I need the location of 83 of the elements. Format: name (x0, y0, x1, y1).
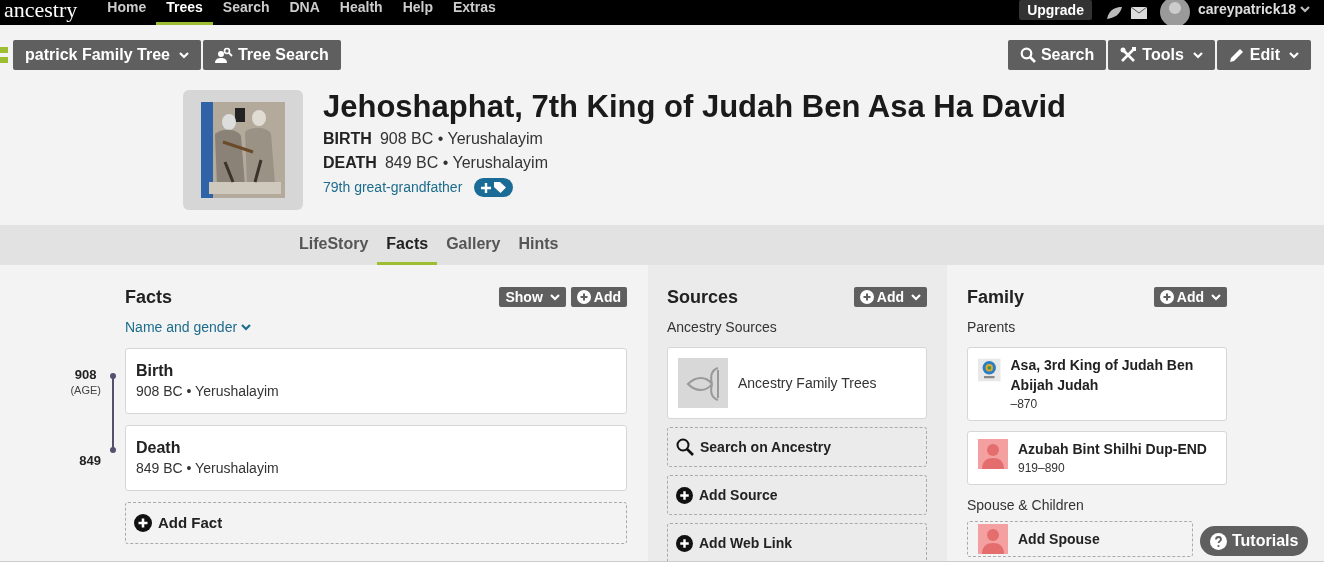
mail-icon[interactable] (1129, 5, 1148, 20)
filter-dropdown[interactable]: Name and gender (125, 317, 252, 338)
pencil-icon (1228, 47, 1245, 63)
tree-menu-button[interactable]: patrick Family Tree (13, 40, 201, 70)
nav-link[interactable]: Home (97, 0, 157, 25)
nav-link[interactable]: Health (329, 0, 393, 25)
nav-link[interactable]: Extras (443, 0, 506, 25)
person-name: Jehoshaphat, 7th King of Judah Ben Asa Ha David (323, 88, 1066, 126)
person-search-button[interactable]: Tree Search (202, 40, 341, 70)
source-card[interactable]: Ancestry Family Trees (667, 347, 927, 419)
profile-photo-frame[interactable] (183, 90, 303, 210)
caret-icon (911, 293, 921, 301)
tab[interactable]: Gallery (437, 225, 510, 265)
person-silhouette-icon (978, 439, 1008, 469)
edit-button[interactable]: Edit (1216, 40, 1311, 70)
tab[interactable]: Hints (509, 225, 568, 265)
ancestry-logo[interactable]: ancestry (4, 0, 78, 21)
timeline-year: 849 (79, 453, 101, 468)
person-silhouette-icon (978, 524, 1008, 554)
nav-link[interactable]: DNA (279, 0, 330, 25)
timeline-year: 908 (74, 367, 97, 383)
person-years: 919–890 (1018, 460, 1066, 477)
add-action[interactable]: Add Source (667, 475, 927, 515)
fact-detail: 849 BC • Yerushalayim (136, 459, 280, 478)
show-button[interactable]: Show (499, 287, 566, 307)
fact-detail: 908 BC • Yerushalayim (136, 382, 280, 401)
timeline-note: (AGE) (70, 383, 101, 397)
event-label: BIRTH (323, 129, 372, 149)
nav-link[interactable]: Search (212, 0, 280, 25)
fact-card[interactable]: Birth 908 BC • Yerushalayim (125, 348, 627, 414)
search-action[interactable]: Search on Ancestry (667, 427, 927, 467)
username-label[interactable]: careypatrick18 (1197, 0, 1310, 20)
nav-link[interactable]: Trees (156, 0, 213, 25)
fact-title: Birth (136, 361, 175, 381)
search-icon (676, 438, 694, 456)
event-value: 849 BC • Yerushalayim (384, 153, 548, 173)
person-card[interactable]: Asa, 3rd King of Judah Ben Abijah Judah –870 (967, 347, 1227, 421)
person-name: Asa, 3rd King of Judah Ben Abijah Judah (1010, 356, 1195, 395)
fact-title: Death (136, 438, 182, 458)
group-label: Spouse & Children (967, 496, 1085, 515)
add-button[interactable]: Add (570, 287, 627, 307)
help-icon (1210, 532, 1227, 550)
tools-button[interactable]: Tools (1108, 40, 1215, 70)
group-label: Ancestry Sources (667, 318, 778, 337)
avatar-icon[interactable] (1159, 0, 1190, 25)
tag-icon (494, 182, 507, 193)
plus-icon (576, 290, 591, 304)
plus-icon (1159, 290, 1174, 304)
add-spouse-button[interactable]: Add Spouse (967, 521, 1193, 557)
leaf-icon (678, 358, 728, 408)
section-title: Sources (667, 285, 739, 309)
nav-link[interactable]: Help (392, 0, 443, 25)
search-icon (1019, 47, 1036, 63)
upgrade-button[interactable]: Upgrade (1019, 0, 1092, 20)
person-search-icon (214, 47, 233, 63)
tutorials-button[interactable]: Tutorials (1200, 526, 1309, 556)
group-label: Parents (967, 318, 1017, 337)
add-tag-button[interactable] (474, 178, 514, 197)
caret-icon (241, 324, 252, 331)
caret-icon (549, 293, 560, 301)
section-title: Family (967, 285, 1025, 309)
plus-icon (134, 514, 152, 532)
caret-icon (1211, 293, 1221, 301)
event-value: 908 BC • Yerushalayim (379, 129, 543, 149)
plus-icon (676, 486, 693, 504)
source-title: Ancestry Family Trees (738, 373, 877, 393)
tools-icon (1120, 47, 1138, 63)
add-fact-button[interactable]: Add Fact (125, 502, 627, 544)
plus-icon (676, 534, 693, 552)
person-name: Azubah Bint Shilhi Dup-END (1018, 440, 1207, 459)
person-card[interactable]: Azubah Bint Shilhi Dup-END 919–890 (967, 431, 1227, 485)
tab[interactable]: LifeStory (290, 225, 378, 265)
add-button[interactable]: Add (1153, 287, 1227, 307)
relationship-link[interactable]: 79th great-grandfather (323, 177, 463, 198)
person-years: –870 (1010, 396, 1039, 413)
section-title: Facts (125, 285, 173, 309)
add-button[interactable]: Add (853, 287, 927, 307)
search-button[interactable]: Search (1007, 40, 1107, 70)
event-label: DEATH (323, 153, 377, 173)
fact-card[interactable]: Death 849 BC • Yerushalayim (125, 425, 627, 491)
plus-icon (481, 182, 492, 193)
caret-icon (1300, 6, 1310, 13)
plus-icon (859, 290, 874, 304)
